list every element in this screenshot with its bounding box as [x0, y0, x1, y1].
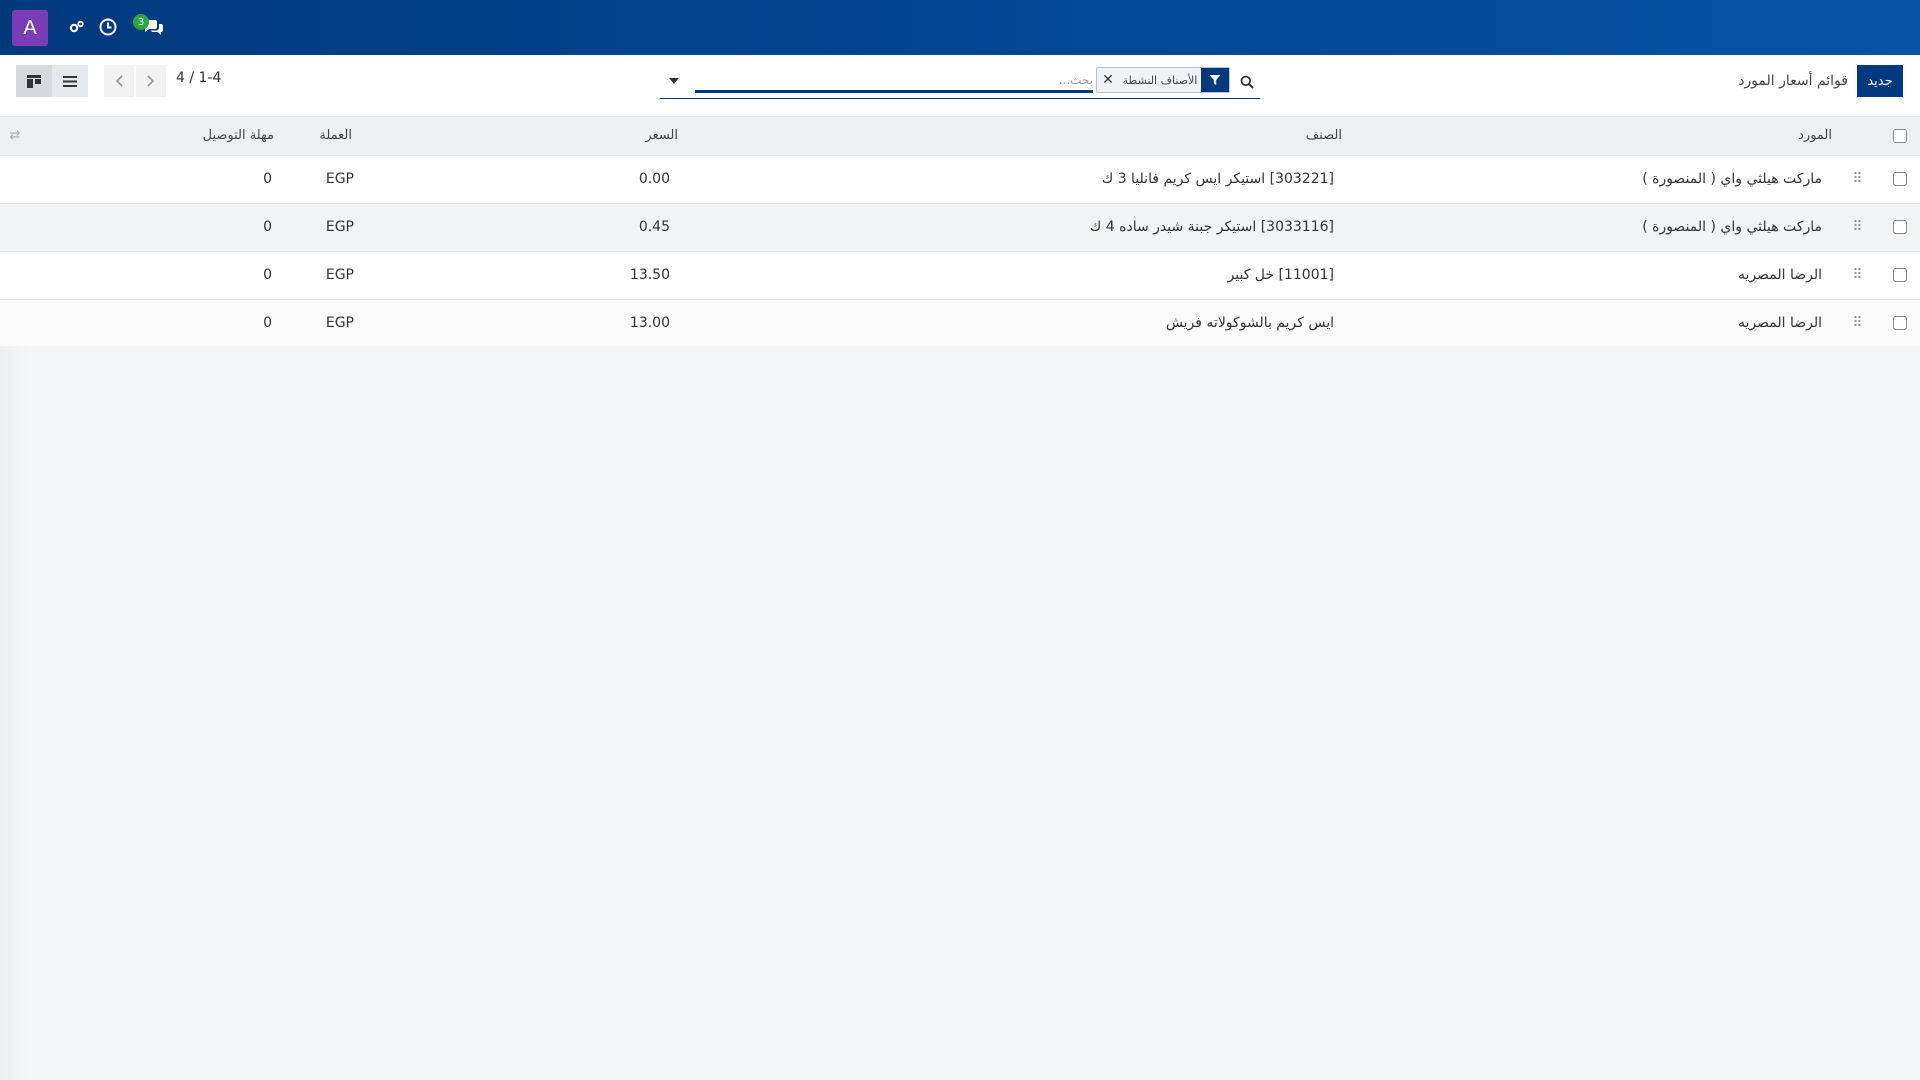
row-checkbox[interactable]	[1893, 316, 1907, 330]
page-title: قوائم أسعار المورد	[1738, 73, 1848, 89]
drag-handle-icon[interactable]: ⠿	[1834, 203, 1880, 251]
row-spacer	[0, 203, 30, 251]
table-row[interactable]: 0 EGP 13.50 [11001] خل كبير الرضا المصري…	[0, 251, 1920, 299]
chevron-left-icon	[115, 75, 123, 87]
optional-columns-toggle[interactable]: ⇄	[0, 117, 30, 155]
search-bar: الأصناف النشطة ✕	[660, 65, 1260, 99]
user-avatar[interactable]: A	[12, 10, 48, 46]
cell-product: [3033116] استيكر جبنة شيدر ساده 4 ك	[1089, 219, 1334, 235]
list-view-button[interactable]	[52, 65, 88, 97]
pager-value[interactable]: 4 / 1-4	[176, 70, 221, 86]
header-vendor[interactable]: المورد	[1342, 117, 1834, 155]
header-select-all[interactable]	[1880, 117, 1920, 155]
table-row[interactable]: 0 EGP 0.00 [303221] استيكر ايس كريم فانل…	[0, 155, 1920, 203]
cell-price: 0.45	[638, 219, 670, 235]
row-checkbox[interactable]	[1893, 220, 1907, 234]
filter-icon	[1201, 68, 1229, 92]
facet-label: الأصناف النشطة	[1122, 73, 1198, 87]
cell-vendor: الرضا المصريه	[1738, 315, 1822, 331]
list-icon	[63, 75, 77, 87]
new-button[interactable]: جديد	[1857, 65, 1903, 97]
cell-currency: EGP	[325, 171, 354, 187]
cell-price: 13.50	[629, 267, 670, 283]
cell-product: [303221] استيكر ايس كريم فانليا 3 ك	[1101, 171, 1334, 187]
row-spacer	[0, 299, 30, 347]
select-all-checkbox[interactable]	[1893, 128, 1907, 143]
row-select[interactable]	[1880, 299, 1920, 347]
search-facet: الأصناف النشطة ✕	[1096, 67, 1230, 93]
cell-delay: 0	[263, 171, 272, 187]
kanban-view-button[interactable]	[16, 65, 52, 97]
cell-delay: 0	[263, 219, 272, 235]
cell-price: 0.00	[638, 171, 670, 187]
kanban-icon	[27, 74, 41, 88]
cell-delay: 0	[263, 267, 272, 283]
clock-icon[interactable]	[97, 14, 119, 40]
search-icon[interactable]	[1236, 71, 1258, 93]
empty-list-area	[0, 346, 1920, 1080]
cell-price: 13.00	[629, 315, 670, 331]
header-currency[interactable]: العملة	[274, 117, 392, 155]
chat-badge: 3	[133, 14, 149, 30]
row-checkbox[interactable]	[1893, 268, 1907, 282]
top-navbar: A 3	[0, 0, 1920, 55]
header-delay[interactable]: مهلة التوصيل	[30, 117, 274, 155]
caret-down-icon[interactable]	[666, 73, 682, 89]
pager-previous-button[interactable]	[104, 65, 134, 97]
drag-handle-icon[interactable]: ⠿	[1834, 299, 1880, 347]
header-handle	[1834, 117, 1880, 155]
header-price[interactable]: السعر	[392, 117, 682, 155]
search-input[interactable]	[695, 69, 1093, 93]
table-header-row: ⇄ مهلة التوصيل العملة السعر الصنف المورد	[0, 117, 1920, 155]
header-product[interactable]: الصنف	[682, 117, 1342, 155]
cell-vendor: ماركت هيلثي واي ( المنصورة )	[1642, 219, 1822, 235]
row-spacer	[0, 251, 30, 299]
row-select[interactable]	[1880, 155, 1920, 203]
control-panel: جديد قوائم أسعار المورد الأصناف النشطة ✕	[0, 55, 1920, 117]
drag-handle-icon[interactable]: ⠿	[1834, 155, 1880, 203]
table-row[interactable]: 0 EGP 13.00 ايس كريم بالشوكولاته فريش ال…	[0, 299, 1920, 347]
cell-currency: EGP	[325, 315, 354, 331]
cell-vendor: ماركت هيلثي واي ( المنصورة )	[1642, 171, 1822, 187]
cell-product: [11001] خل كبير	[1227, 267, 1334, 283]
row-spacer	[0, 155, 30, 203]
cell-currency: EGP	[325, 219, 354, 235]
cell-delay: 0	[263, 315, 272, 331]
table-row[interactable]: 0 EGP 0.45 [3033116] استيكر جبنة شيدر سا…	[0, 203, 1920, 251]
pager-next-button[interactable]	[136, 65, 166, 97]
debug-icon[interactable]	[68, 14, 86, 40]
chevron-right-icon	[147, 75, 155, 87]
row-select[interactable]	[1880, 251, 1920, 299]
row-checkbox[interactable]	[1893, 172, 1907, 186]
supplier-pricelist-table: ⇄ مهلة التوصيل العملة السعر الصنف المورد…	[0, 117, 1920, 348]
facet-remove-button[interactable]: ✕	[1097, 68, 1119, 92]
row-select[interactable]	[1880, 203, 1920, 251]
cell-currency: EGP	[325, 267, 354, 283]
cell-vendor: الرضا المصريه	[1738, 267, 1822, 283]
cell-product: ايس كريم بالشوكولاته فريش	[1165, 315, 1334, 331]
drag-handle-icon[interactable]: ⠿	[1834, 251, 1880, 299]
